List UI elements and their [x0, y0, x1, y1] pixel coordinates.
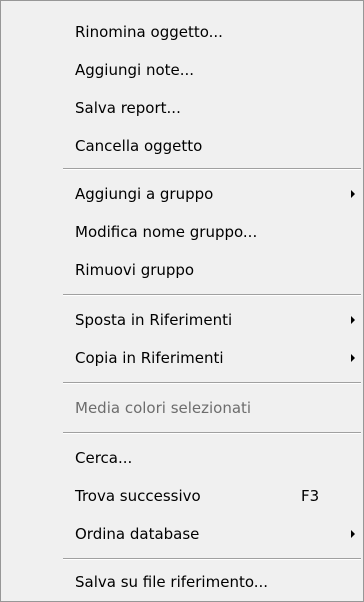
menu-item-rimuovi-gruppo[interactable]: Rimuovi gruppo [1, 255, 363, 285]
menu-item-trova-successivo[interactable]: Trova successivo F3 [1, 481, 363, 511]
menu-item-label: Sposta in Riferimenti [75, 311, 233, 329]
menu-separator [63, 432, 361, 434]
menu-item-aggiungi-note[interactable]: Aggiungi note... [1, 55, 363, 85]
submenu-arrow-icon [351, 530, 355, 538]
menu-separator [63, 294, 361, 296]
menu-item-salva-su-file-riferimento[interactable]: Salva su file riferimento... [1, 567, 363, 597]
menu-item-label: Aggiungi note... [75, 61, 195, 79]
menu-item-aggiungi-a-gruppo[interactable]: Aggiungi a gruppo [1, 179, 363, 209]
menu-item-sposta-in-riferimenti[interactable]: Sposta in Riferimenti [1, 305, 363, 335]
menu-separator [63, 558, 361, 560]
menu-item-copia-in-riferimenti[interactable]: Copia in Riferimenti [1, 343, 363, 373]
menu-item-ordina-database[interactable]: Ordina database [1, 519, 363, 549]
menu-item-label: Rimuovi gruppo [75, 261, 195, 279]
menu-separator [63, 168, 361, 170]
menu-separator [63, 382, 361, 384]
menu-item-label: Aggiungi a gruppo [75, 185, 214, 203]
menu-item-label: Ordina database [75, 525, 200, 543]
menu-item-label: Trova successivo [75, 487, 201, 505]
menu-item-rinomina-oggetto[interactable]: Rinomina oggetto... [1, 17, 363, 47]
menu-item-label: Rinomina oggetto... [75, 23, 223, 41]
menu-item-salva-report[interactable]: Salva report... [1, 93, 363, 123]
menu-item-label: Cancella oggetto [75, 137, 203, 155]
context-menu: Rinomina oggetto... Aggiungi note... Sal… [0, 0, 364, 602]
submenu-arrow-icon [351, 316, 355, 324]
menu-item-modifica-nome-gruppo[interactable]: Modifica nome gruppo... [1, 217, 363, 247]
menu-item-label: Cerca... [75, 449, 133, 467]
menu-item-shortcut: F3 [301, 487, 320, 505]
submenu-arrow-icon [351, 354, 355, 362]
menu-item-cancella-oggetto[interactable]: Cancella oggetto [1, 131, 363, 161]
submenu-arrow-icon [351, 190, 355, 198]
menu-item-label: Media colori selezionati [75, 399, 252, 417]
menu-item-label: Salva su file riferimento... [75, 573, 269, 591]
menu-item-label: Copia in Riferimenti [75, 349, 224, 367]
menu-item-cerca[interactable]: Cerca... [1, 443, 363, 473]
menu-item-label: Salva report... [75, 99, 181, 117]
menu-item-media-colori-selezionati: Media colori selezionati [1, 393, 363, 423]
menu-item-label: Modifica nome gruppo... [75, 223, 258, 241]
